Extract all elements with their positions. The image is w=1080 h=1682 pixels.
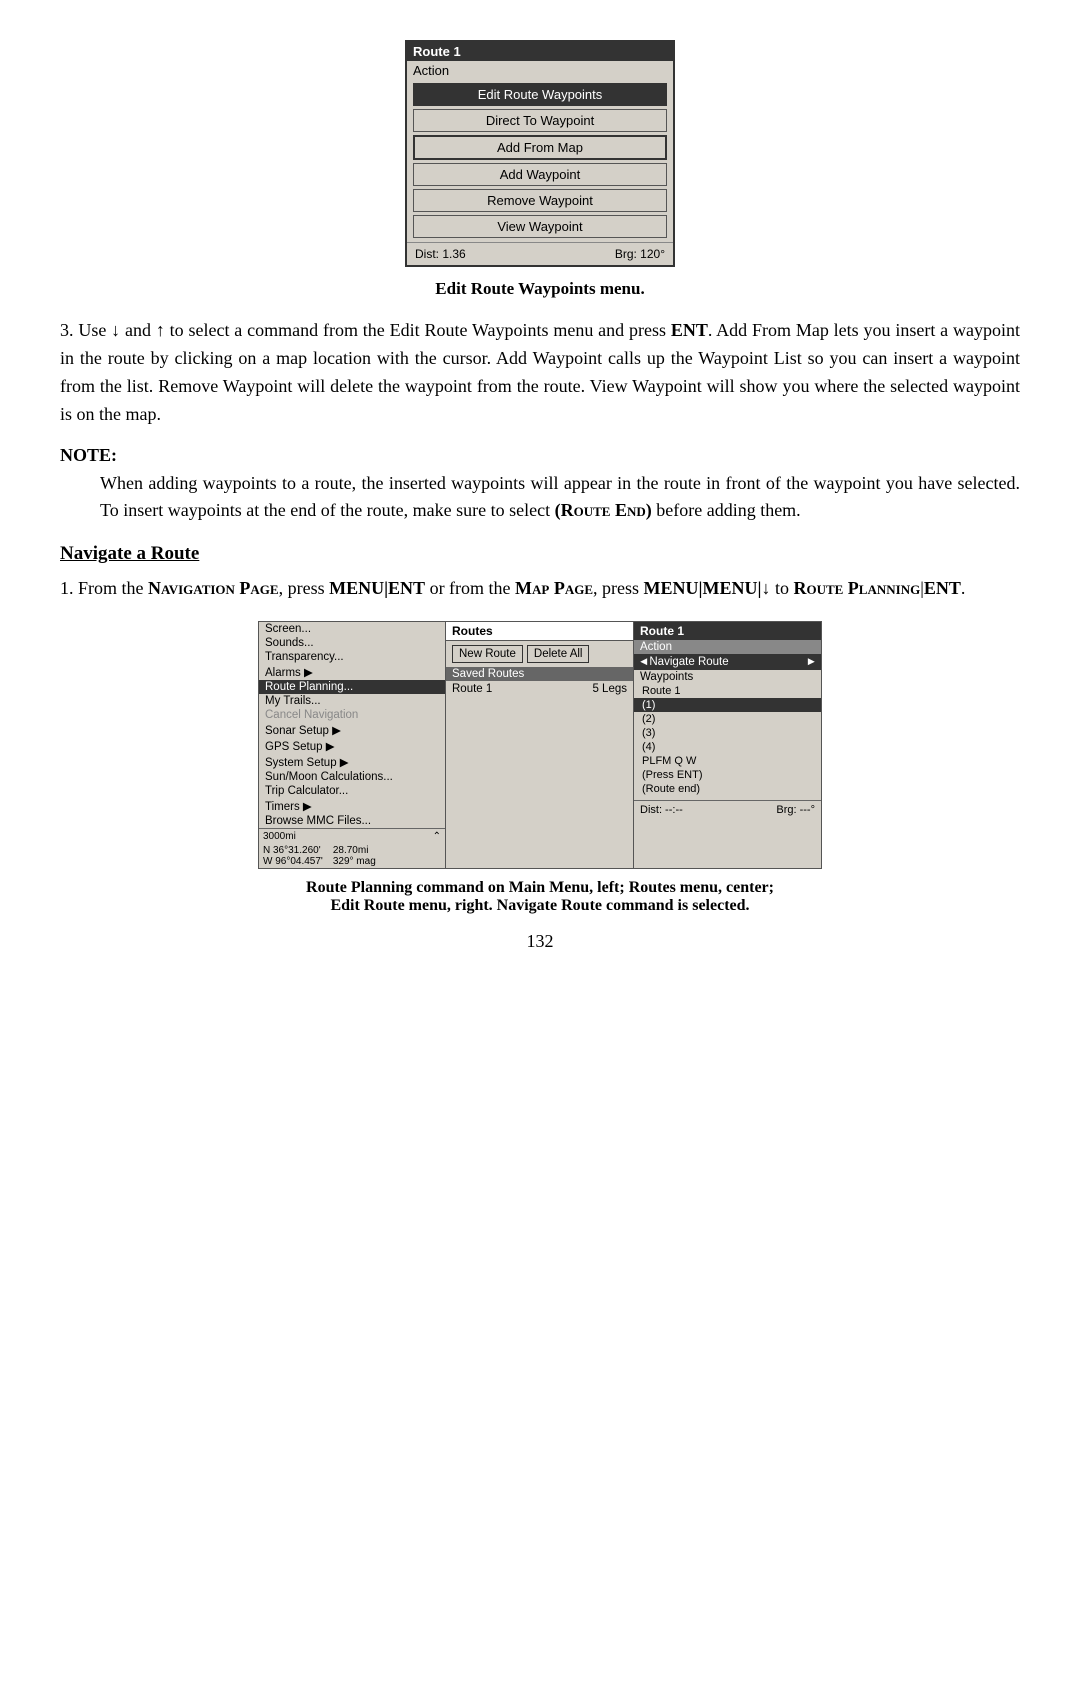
remove-waypoint-btn[interactable]: Remove Waypoint: [413, 189, 667, 212]
add-waypoint-btn[interactable]: Add Waypoint: [413, 163, 667, 186]
bottom-caption-line2: Edit Route menu, right. Navigate Route c…: [60, 897, 1020, 915]
note-body: When adding waypoints to a route, the in…: [100, 470, 1020, 526]
add-from-map-btn[interactable]: Add From Map: [413, 135, 667, 160]
brg-display: Brg: 120°: [615, 247, 665, 261]
navigate-label: ◄Navigate Route: [638, 656, 729, 668]
screen-title: Route 1: [407, 42, 673, 61]
bottom-caption-line1: Route Planning command on Main Menu, lef…: [60, 879, 1020, 897]
routes-panel-title: Routes: [446, 622, 633, 641]
menu-system-setup[interactable]: System Setup: [259, 754, 445, 770]
route-legs: 5 Legs: [592, 683, 627, 695]
saved-routes-header: Saved Routes: [446, 667, 633, 681]
navigate-arrow: ►: [806, 656, 817, 668]
coord-mag: 329° mag: [333, 856, 376, 867]
menu-transparency[interactable]: Transparency...: [259, 650, 445, 664]
menu-alarms[interactable]: Alarms: [259, 664, 445, 680]
top-screenshot-container: Route 1 Action Edit Route Waypoints Dire…: [60, 40, 1020, 267]
waypoint-3[interactable]: (3): [634, 726, 821, 740]
menu-timers[interactable]: Timers: [259, 798, 445, 814]
route-dist-bar: Dist: --:-- Brg: ---°: [634, 800, 821, 819]
waypoint-1[interactable]: (1): [634, 698, 821, 712]
waypoint-2[interactable]: (2): [634, 712, 821, 726]
menu-trip-calc[interactable]: Trip Calculator...: [259, 784, 445, 798]
paragraph-2: 1. From the Navigation Page, press MENU|…: [60, 575, 1020, 603]
delete-all-btn[interactable]: Delete All: [527, 645, 590, 663]
dist-display: Dist: 1.36: [415, 247, 466, 261]
route-dist: Dist: --:--: [640, 804, 683, 816]
status-bar: Dist: 1.36 Brg: 120°: [407, 242, 673, 265]
route-brg: Brg: ---°: [776, 804, 815, 816]
note-title: NOTE:: [60, 445, 1020, 466]
routes-btn-row: New Route Delete All: [446, 641, 633, 667]
coord-w: W 96°04.457': [263, 856, 323, 867]
section-heading: Navigate a Route: [60, 543, 1020, 565]
top-caption: Edit Route Waypoints menu.: [60, 279, 1020, 299]
route-action-label: Action: [634, 640, 821, 654]
scale-bar: 3000mi ⌃: [259, 828, 445, 844]
waypoints-label: Waypoints: [634, 670, 821, 684]
coordinates-display: N 36°31.260' W 96°04.457' 28.70mi 329° m…: [259, 844, 445, 868]
waypoint-route-end: (Route end): [634, 782, 821, 796]
menu-sounds[interactable]: Sounds...: [259, 636, 445, 650]
paragraph-1: 3. Use ↓ and ↑ to select a command from …: [60, 317, 1020, 429]
main-menu-panel: Screen... Sounds... Transparency... Alar…: [258, 621, 446, 869]
edit-route-waypoints-btn[interactable]: Edit Route Waypoints: [413, 83, 667, 106]
menu-cancel-navigation: Cancel Navigation: [259, 708, 445, 722]
menu-gps-setup[interactable]: GPS Setup: [259, 738, 445, 754]
direct-to-waypoint-btn[interactable]: Direct To Waypoint: [413, 109, 667, 132]
note-section: NOTE: When adding waypoints to a route, …: [60, 445, 1020, 526]
menu-route-planning[interactable]: Route Planning...: [259, 680, 445, 694]
bottom-caption: Route Planning command on Main Menu, lef…: [60, 879, 1020, 915]
waypoint-press-ent: (Press ENT): [634, 768, 821, 782]
route-name: Route 1: [452, 683, 492, 695]
navigate-route-row[interactable]: ◄Navigate Route ►: [634, 654, 821, 670]
menu-sun-moon[interactable]: Sun/Moon Calculations...: [259, 770, 445, 784]
edit-route-waypoints-screen: Route 1 Action Edit Route Waypoints Dire…: [405, 40, 675, 267]
route-row[interactable]: Route 1 5 Legs: [446, 681, 633, 697]
coord-n: N 36°31.260': [263, 845, 323, 856]
new-route-btn[interactable]: New Route: [452, 645, 523, 663]
menu-browse-mmc[interactable]: Browse MMC Files...: [259, 814, 445, 828]
action-row: Action: [407, 61, 673, 80]
routes-panel: Routes New Route Delete All Saved Routes…: [446, 621, 634, 869]
route-edit-title: Route 1: [634, 622, 821, 640]
route-edit-panel: Route 1 Action ◄Navigate Route ► Waypoin…: [634, 621, 822, 869]
waypoint-plfm[interactable]: PLFM Q W: [634, 754, 821, 768]
waypoint-4[interactable]: (4): [634, 740, 821, 754]
scale-label: 3000mi: [263, 831, 296, 842]
view-waypoint-btn[interactable]: View Waypoint: [413, 215, 667, 238]
menu-sonar-setup[interactable]: Sonar Setup: [259, 722, 445, 738]
page-number: 132: [60, 931, 1020, 952]
menu-my-trails[interactable]: My Trails...: [259, 694, 445, 708]
bottom-screenshots-container: Screen... Sounds... Transparency... Alar…: [60, 621, 1020, 869]
waypoint-route1: Route 1: [634, 684, 821, 698]
menu-screen[interactable]: Screen...: [259, 622, 445, 636]
coord-dist: 28.70mi: [333, 845, 376, 856]
